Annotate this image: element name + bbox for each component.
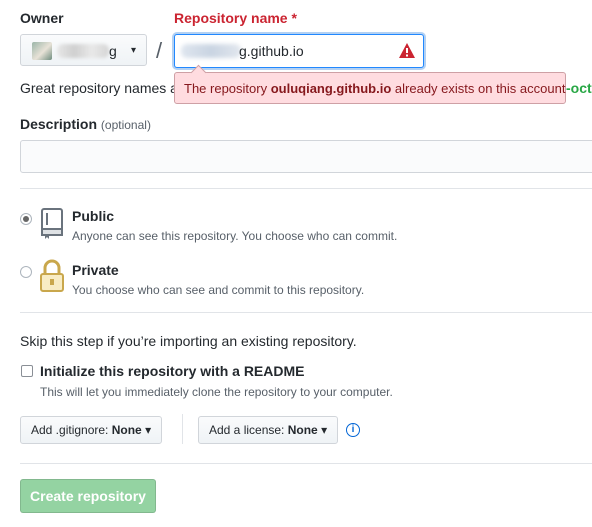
avatar bbox=[32, 42, 52, 60]
error-repo-name: ouluqiang.github.io bbox=[270, 81, 392, 96]
chevron-down-icon: ▾ bbox=[131, 45, 137, 56]
divider bbox=[20, 312, 592, 313]
repository-name-suggestion[interactable]: -oct bbox=[566, 80, 592, 96]
gitignore-value: None bbox=[111, 423, 142, 437]
public-note: Anyone can see this repository. You choo… bbox=[72, 229, 398, 243]
owner-name-redacted bbox=[57, 44, 109, 58]
license-prefix: Add a license: bbox=[209, 423, 288, 437]
lock-icon bbox=[40, 259, 64, 292]
vertical-divider bbox=[182, 414, 183, 444]
repository-exists-error: The repository ouluqiang.github.io alrea… bbox=[174, 64, 566, 104]
repository-name-redacted bbox=[181, 44, 241, 58]
owner-label: Owner bbox=[20, 10, 64, 26]
description-label: Description (optional) bbox=[20, 116, 151, 132]
public-radio[interactable] bbox=[20, 213, 32, 225]
private-title: Private bbox=[72, 262, 119, 278]
error-prefix: The repository bbox=[184, 81, 271, 96]
divider bbox=[20, 463, 592, 464]
private-note: You choose who can see and commit to thi… bbox=[72, 283, 365, 297]
readme-label[interactable]: Initialize this repository with a README bbox=[40, 363, 304, 379]
create-repository-button[interactable]: Create repository bbox=[20, 479, 156, 513]
repository-name-input[interactable]: g.github.io bbox=[174, 34, 424, 68]
repository-name-label-text: Repository name bbox=[174, 10, 288, 26]
repository-name-value: g.github.io bbox=[239, 43, 304, 59]
skip-hint: Skip this step if you’re importing an ex… bbox=[20, 333, 357, 349]
readme-note: This will let you immediately clone the … bbox=[40, 385, 393, 399]
alert-icon bbox=[399, 43, 415, 58]
owner-repo-separator: / bbox=[156, 38, 163, 63]
chevron-down-icon: ▾ bbox=[145, 423, 152, 437]
chevron-down-icon: ▾ bbox=[321, 423, 328, 437]
info-icon[interactable]: i bbox=[346, 423, 360, 437]
description-input[interactable] bbox=[20, 140, 592, 173]
repository-name-hint: Great repository names a bbox=[20, 80, 178, 96]
owner-select[interactable]: g ▾ bbox=[20, 34, 147, 66]
error-suffix: already exists on this account bbox=[391, 81, 566, 96]
license-value: None bbox=[287, 423, 318, 437]
license-select[interactable]: Add a license: None ▾ bbox=[198, 416, 339, 444]
readme-checkbox[interactable] bbox=[21, 365, 33, 377]
public-title: Public bbox=[72, 208, 115, 224]
description-label-text: Description bbox=[20, 116, 98, 132]
required-mark: * bbox=[291, 10, 297, 26]
divider bbox=[20, 188, 592, 189]
repo-icon bbox=[41, 208, 63, 239]
optional-label: (optional) bbox=[100, 118, 151, 132]
gitignore-prefix: Add .gitignore: bbox=[31, 423, 112, 437]
private-radio[interactable] bbox=[20, 266, 32, 278]
owner-name: g bbox=[109, 43, 117, 59]
repository-name-label: Repository name * bbox=[174, 10, 297, 26]
gitignore-select[interactable]: Add .gitignore: None ▾ bbox=[20, 416, 163, 444]
